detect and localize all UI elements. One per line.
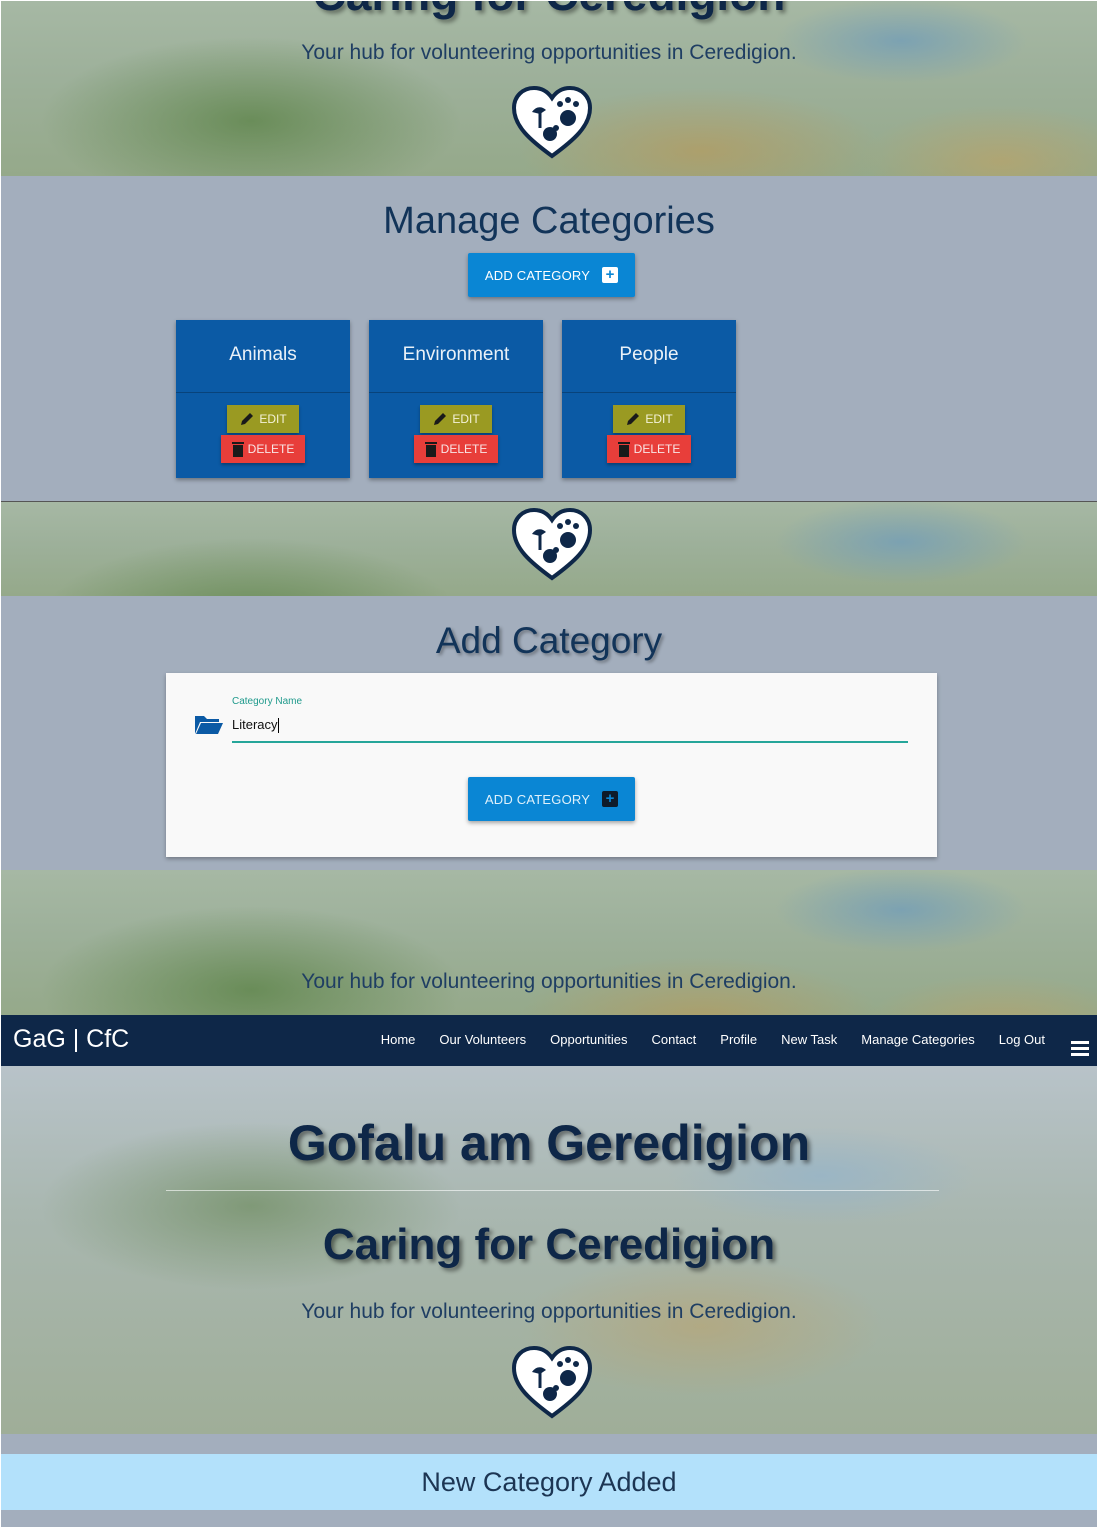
- category-name: Environment: [369, 320, 543, 393]
- delete-label: DELETE: [247, 442, 295, 456]
- pencil-icon: [241, 413, 254, 425]
- english-title: Caring for Ceredigion: [322, 1220, 776, 1269]
- category-name: Animals: [176, 320, 350, 393]
- manage-categories-section: Manage Categories ADD CATEGORY + Animals…: [1, 176, 1097, 501]
- add-category-form: Category Name Literacy ADD CATEGORY +: [166, 673, 937, 857]
- nav-links: Home Our Volunteers Opportunities Contac…: [357, 1032, 1045, 1047]
- welsh-title: Gofalu am Geredigion: [287, 1115, 811, 1171]
- pencil-icon: [627, 413, 640, 425]
- add-category-hero-strip: [1, 502, 1097, 596]
- delete-button[interactable]: DELETE: [414, 435, 498, 463]
- navbar: GaG | CfC Home Our Volunteers Opportunit…: [1, 1015, 1097, 1066]
- brand-logo-text[interactable]: GaG | CfC: [13, 1025, 129, 1054]
- edit-label: EDIT: [259, 412, 287, 426]
- alert-message: New Category Added: [421, 1467, 677, 1497]
- delete-label: DELETE: [633, 442, 681, 456]
- trash-icon: [231, 442, 244, 457]
- text-cursor: [277, 718, 279, 734]
- hero-section: Gofalu am Geredigion Caring for Ceredigi…: [1, 1066, 1097, 1434]
- category-card: People EDIT DELETE: [562, 320, 736, 478]
- input-value: Literacy: [232, 717, 278, 732]
- hero-partial-title: Caring for Ceredigion: [1, 1, 1097, 21]
- nav-new-task[interactable]: New Task: [781, 1032, 837, 1047]
- heart-logo-icon: [511, 85, 593, 159]
- edit-button[interactable]: EDIT: [613, 405, 685, 433]
- delete-label: DELETE: [440, 442, 488, 456]
- alert-wrapper: New Category Added: [1, 1434, 1097, 1527]
- category-card: Animals EDIT DELETE: [176, 320, 350, 478]
- nav-opportunities[interactable]: Opportunities: [550, 1032, 627, 1047]
- edit-button[interactable]: EDIT: [420, 405, 492, 433]
- page-title: Manage Categories: [383, 200, 715, 242]
- hero-tagline: Your hub for volunteering opportunities …: [301, 1300, 797, 1323]
- category-name: People: [562, 320, 736, 393]
- add-category-label: ADD CATEGORY: [484, 267, 591, 283]
- plus-icon: +: [602, 267, 619, 283]
- hero-divider: [166, 1190, 939, 1191]
- form-title: Add Category: [435, 620, 663, 661]
- nav-log-out[interactable]: Log Out: [999, 1032, 1045, 1047]
- hero-tagline: Your hub for volunteering opportunities …: [301, 41, 797, 64]
- edit-button[interactable]: EDIT: [227, 405, 299, 433]
- add-category-button[interactable]: ADD CATEGORY +: [468, 253, 635, 297]
- hero-partial-bottom: Your hub for volunteering opportunities …: [1, 870, 1097, 1015]
- add-category-section: Add Category Category Name Literacy ADD …: [1, 596, 1097, 870]
- trash-icon: [617, 442, 630, 457]
- category-name-input[interactable]: Literacy: [232, 713, 908, 743]
- hero-tagline: Your hub for volunteering opportunities …: [301, 970, 797, 993]
- nav-home[interactable]: Home: [381, 1032, 416, 1047]
- nav-our-volunteers[interactable]: Our Volunteers: [439, 1032, 526, 1047]
- folder-open-icon: [195, 716, 223, 734]
- add-category-submit-button[interactable]: ADD CATEGORY +: [468, 777, 635, 821]
- field-label: Category Name: [232, 696, 303, 707]
- edit-label: EDIT: [645, 412, 673, 426]
- nav-profile[interactable]: Profile: [720, 1032, 757, 1047]
- hamburger-menu-icon[interactable]: [1071, 1041, 1089, 1059]
- nav-contact[interactable]: Contact: [651, 1032, 696, 1047]
- success-alert: New Category Added: [1, 1454, 1097, 1510]
- edit-label: EDIT: [452, 412, 480, 426]
- nav-manage-categories[interactable]: Manage Categories: [861, 1032, 974, 1047]
- plus-icon: +: [602, 791, 619, 807]
- pencil-icon: [434, 413, 447, 425]
- heart-logo-icon: [511, 1345, 593, 1419]
- delete-button[interactable]: DELETE: [607, 435, 691, 463]
- submit-label: ADD CATEGORY: [484, 791, 591, 807]
- category-card: Environment EDIT DELETE: [369, 320, 543, 478]
- heart-logo-icon: [511, 507, 593, 581]
- hero-partial-top: Caring for Ceredigion Your hub for volun…: [1, 1, 1097, 176]
- trash-icon: [424, 442, 437, 457]
- delete-button[interactable]: DELETE: [221, 435, 305, 463]
